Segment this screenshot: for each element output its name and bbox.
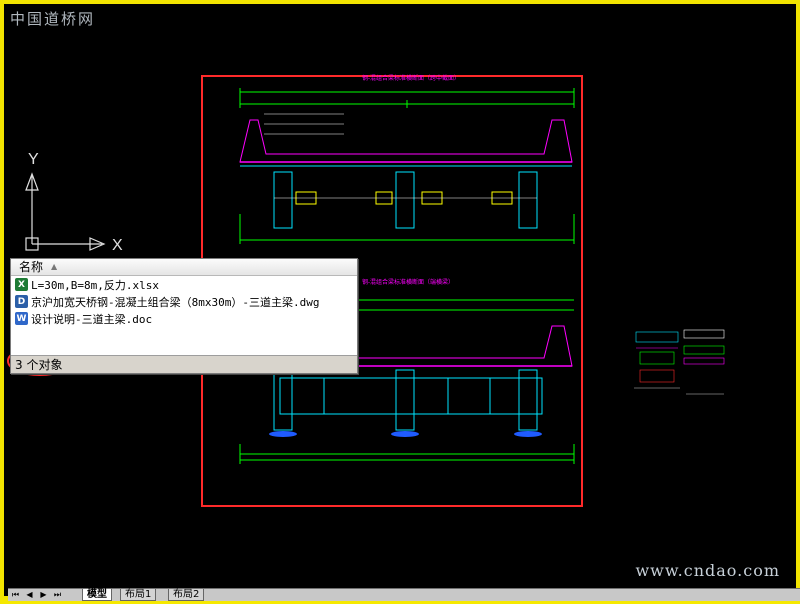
last-tab-icon[interactable]: ⏭ (52, 590, 63, 600)
ucs-axis-icon (25, 172, 106, 251)
sort-ascending-icon: ▲ (51, 262, 58, 271)
first-tab-icon[interactable]: ⏮ (10, 590, 21, 600)
file-list-panel: 名称 ▲ X L=30m,B=8m,反力.xlsx D 京沪加宽天桥钢-混凝土组… (10, 258, 358, 374)
tab-layout1[interactable]: 布局1 (120, 589, 157, 601)
file-name: 京沪加宽天桥钢-混凝土组合梁（8mx30m）-三道主梁.dwg (31, 295, 320, 309)
tab-model[interactable]: 模型 (82, 589, 112, 601)
name-column-label: 名称 (19, 260, 44, 274)
word-icon: W (15, 312, 28, 325)
cross-section-top: 钢-混组合梁标准横断面（跨中截面） (239, 74, 575, 244)
name-column-header[interactable]: 名称 ▲ (11, 259, 357, 276)
file-name: L=30m,B=8m,反力.xlsx (31, 278, 159, 292)
excel-icon: X (15, 278, 28, 291)
watermark-top: 中国道桥网 (10, 10, 96, 28)
thumbnail-drawings (634, 329, 725, 395)
file-name: 设计说明-三道主梁.doc (31, 312, 153, 326)
x-axis-label: X (112, 237, 123, 254)
dwg-icon: D (15, 295, 28, 308)
layout-tabs-bar: ⏮ ◀ ▶ ⏭ 模型 布局1 布局2 (8, 588, 800, 601)
section-top-title: 钢-混组合梁标准横断面（跨中截面） (362, 74, 460, 82)
file-item-doc[interactable]: W 设计说明-三道主梁.doc (11, 310, 357, 327)
prev-tab-icon[interactable]: ◀ (24, 590, 35, 600)
tab-layout2[interactable]: 布局2 (168, 589, 205, 601)
next-tab-icon[interactable]: ▶ (38, 590, 49, 600)
status-bar: 3 个对象 (11, 355, 357, 373)
watermark-bottom: www.cndao.com (635, 561, 780, 580)
file-item-xlsx[interactable]: X L=30m,B=8m,反力.xlsx (11, 276, 357, 293)
object-count: 3 个对象 (15, 358, 63, 372)
cad-window: Y X 钢-混组合梁标准横断面（跨中截面） 钢-混组合梁标准横断面（端横梁） 中… (0, 0, 800, 601)
y-axis-label: Y (28, 151, 39, 168)
file-item-dwg[interactable]: D 京沪加宽天桥钢-混凝土组合梁（8mx30m）-三道主梁.dwg (11, 293, 357, 310)
section-bottom-title: 钢-混组合梁标准横断面（端横梁） (362, 278, 454, 286)
